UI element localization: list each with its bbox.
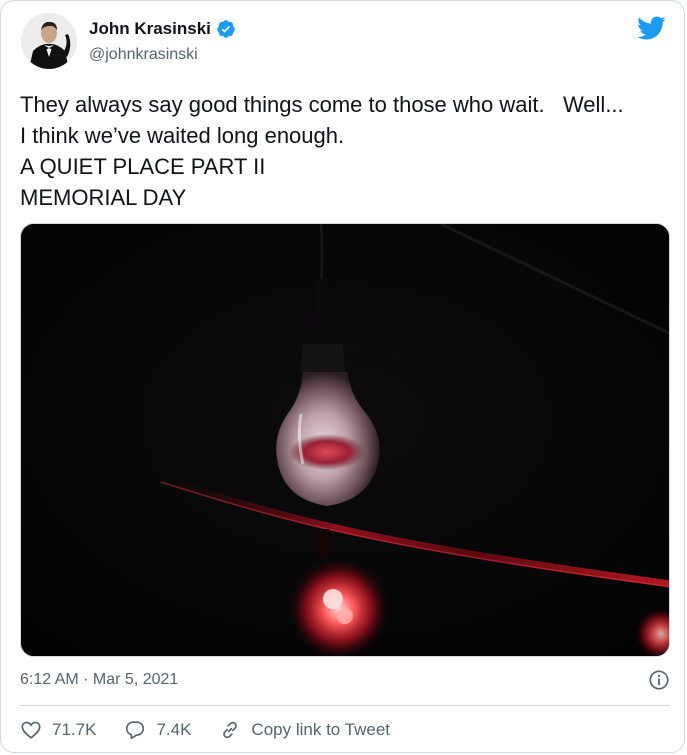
twitter-bird-icon[interactable] <box>636 13 666 43</box>
divider <box>20 705 670 706</box>
tweet-meta-row: 6:12 AM · Mar 5, 2021 <box>20 669 670 691</box>
info-icon[interactable] <box>648 669 670 691</box>
reply-count: 7.4K <box>156 720 192 739</box>
link-icon <box>223 721 238 739</box>
tweet-media-image[interactable] <box>20 223 670 657</box>
tweet-timestamp[interactable]: 6:12 AM · Mar 5, 2021 <box>20 671 178 689</box>
author-name-row[interactable]: John Krasinski <box>89 19 236 39</box>
copy-link-label: Copy link to Tweet <box>251 720 391 739</box>
tweet-text: They always say good things come to thos… <box>20 89 670 213</box>
like-count: 71.7K <box>52 720 97 739</box>
heart-icon <box>21 721 41 739</box>
tweet-line-1: They always say good things come to thos… <box>20 92 624 117</box>
reply-bubble-icon <box>126 721 145 740</box>
verified-badge-icon <box>216 19 236 39</box>
author-handle[interactable]: @johnkrasinski <box>89 46 198 64</box>
like-button[interactable]: 71.7K <box>20 719 96 741</box>
tweet-line-4: MEMORIAL DAY <box>20 185 187 210</box>
author-name[interactable]: John Krasinski <box>89 19 211 39</box>
tweet-line-3: A QUIET PLACE PART II <box>20 154 266 179</box>
tweet-line-2: I think we’ve waited long enough. <box>20 123 345 148</box>
tweet-card: John Krasinski @johnkrasinski They alway… <box>0 0 685 753</box>
tweet-actions: 71.7K 7.4K Copy link to Tweet <box>20 717 418 743</box>
avatar[interactable] <box>21 13 77 69</box>
reply-button[interactable]: 7.4K <box>124 719 191 741</box>
copy-link-button[interactable]: Copy link to Tweet <box>219 719 390 741</box>
